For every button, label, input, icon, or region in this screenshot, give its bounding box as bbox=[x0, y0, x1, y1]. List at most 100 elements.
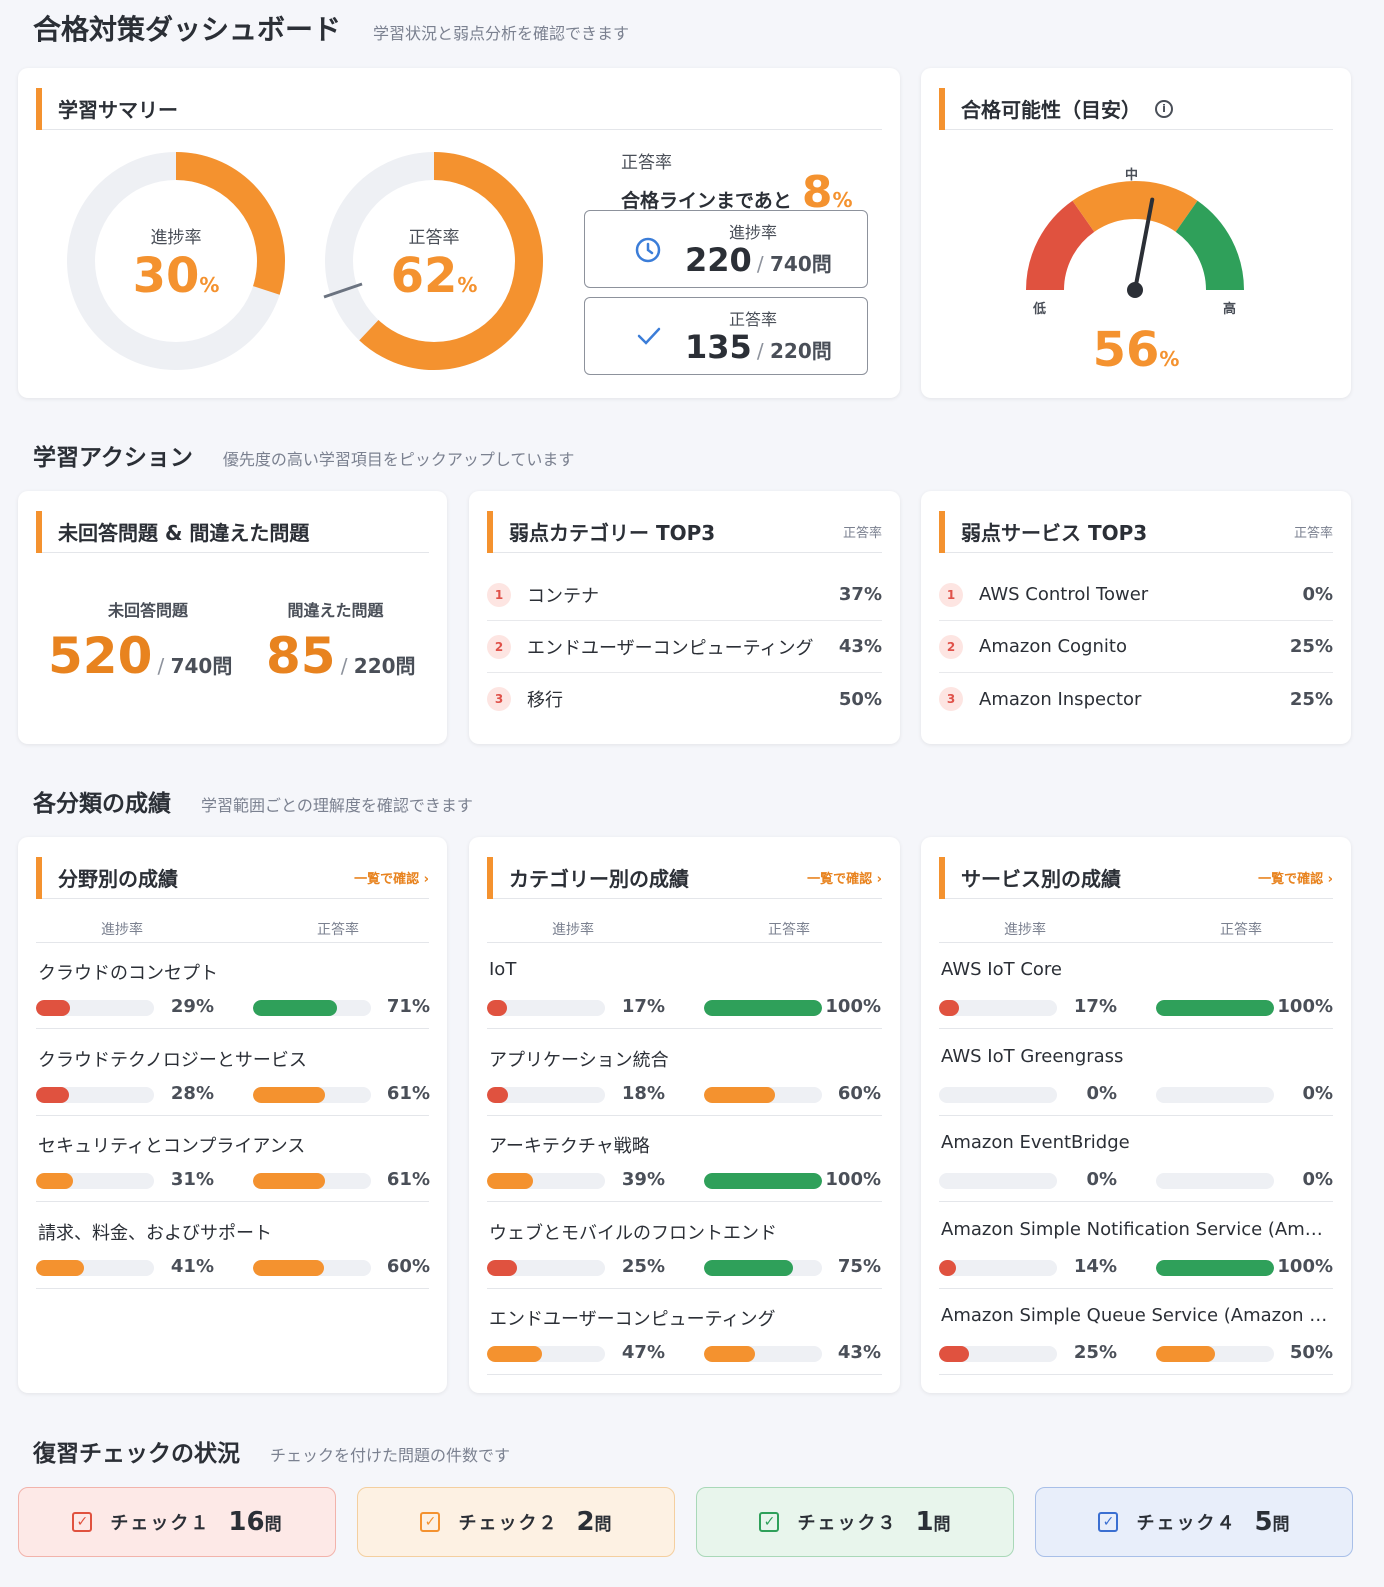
perf-row-name: クラウドテクノロジーとサービス bbox=[38, 1049, 307, 1071]
perf-row-name: クラウドのコンセプト bbox=[38, 963, 218, 984]
weak-category-item[interactable]: 2 エンドユーザーコンピューティング 43% bbox=[487, 621, 882, 673]
accuracy-value: 100% bbox=[1277, 1255, 1333, 1277]
progress-value: 0% bbox=[1086, 1082, 1117, 1104]
accuracy-bar bbox=[253, 1173, 371, 1189]
accuracy-bar bbox=[704, 1173, 822, 1189]
perf-row[interactable]: Amazon Simple Queue Service (Amazon SQS)… bbox=[939, 1289, 1333, 1375]
accuracy-bar bbox=[1156, 1259, 1274, 1276]
perf-row[interactable]: アーキテクチャ戦略 39% 100% bbox=[487, 1116, 882, 1202]
pass-remain: 正答率 合格ラインまであと 8 % bbox=[621, 153, 853, 218]
progress-bar bbox=[939, 1000, 1057, 1016]
accuracy-bar-fill bbox=[1156, 1000, 1274, 1016]
progress-value: 17% bbox=[1073, 996, 1117, 1017]
perf-row[interactable]: 請求、料金、およびサポート 41% 60% bbox=[36, 1203, 430, 1289]
perf-row[interactable]: セキュリティとコンプライアンス 31% 61% bbox=[36, 1116, 430, 1202]
accuracy-bar-fill bbox=[704, 1000, 822, 1016]
view-all-link[interactable]: 一覧で確認 › bbox=[1258, 868, 1333, 887]
progress-bar-fill bbox=[939, 1259, 956, 1276]
accuracy-bar bbox=[253, 1000, 371, 1016]
weak-service-item[interactable]: 2 Amazon Cognito 25% bbox=[939, 621, 1333, 673]
weak-category-item[interactable]: 3 移行 50% bbox=[487, 673, 882, 725]
weak-category-item[interactable]: 1 コンテナ 37% bbox=[487, 569, 882, 621]
accuracy-bar bbox=[253, 1086, 371, 1103]
perf-row[interactable]: エンドユーザーコンピューティング 47% 43% bbox=[487, 1289, 882, 1375]
accuracy-donut-label: 正答率 62% bbox=[390, 228, 478, 304]
gauge-mid-segment bbox=[1072, 181, 1198, 233]
gauge-pivot bbox=[1127, 282, 1143, 298]
view-all-link[interactable]: 一覧で確認 › bbox=[354, 868, 429, 887]
accuracy-value: 0% bbox=[1302, 1082, 1333, 1104]
accuracy-bar bbox=[1156, 1173, 1274, 1189]
progress-bar bbox=[487, 1259, 605, 1276]
accuracy-value: 100% bbox=[825, 1169, 881, 1190]
progress-bar bbox=[36, 1173, 154, 1189]
pass-possibility-card: 合格可能性（目安） i 中 低 高 56% bbox=[921, 68, 1351, 398]
review-check-card[interactable]: ✓ チェック３ 1 問 bbox=[696, 1487, 1014, 1557]
perf-row[interactable]: Amazon Simple Notification Service (Amaz… bbox=[939, 1203, 1333, 1289]
accuracy-bar-fill bbox=[704, 1086, 775, 1103]
accuracy-value: 75% bbox=[837, 1255, 881, 1277]
progress-bar-fill bbox=[487, 1173, 534, 1189]
progress-bar bbox=[939, 1346, 1057, 1362]
weak-service-title: 弱点サービス TOP3 bbox=[961, 521, 1148, 545]
progress-value: 18% bbox=[621, 1082, 665, 1104]
gauge-low-segment bbox=[1026, 200, 1095, 291]
progress-bar-fill bbox=[487, 1086, 509, 1103]
gauge-low-label: 低 bbox=[1033, 302, 1047, 317]
perf-row-name: AWS IoT Greengrass bbox=[941, 1045, 1124, 1067]
pass-value: 56% bbox=[1092, 322, 1180, 378]
checkbox-icon: ✓ bbox=[72, 1512, 93, 1532]
perf-row[interactable]: ウェブとモバイルのフロントエンド 25% 75% bbox=[487, 1203, 882, 1289]
perf-row-name: IoT bbox=[489, 959, 517, 980]
accuracy-value: 0% bbox=[1302, 1169, 1333, 1190]
accuracy-bar bbox=[1156, 1086, 1274, 1103]
progress-bar-fill bbox=[487, 1259, 517, 1276]
checkbox-icon: ✓ bbox=[420, 1512, 441, 1532]
perf-row[interactable]: Amazon EventBridge 0% 0% bbox=[939, 1116, 1333, 1202]
review-header: 復習チェックの状況 チェックを付けた問題の件数です bbox=[33, 1434, 510, 1468]
progress-value: 31% bbox=[170, 1169, 214, 1190]
perf-row-name: Amazon Simple Queue Service (Amazon SQS) bbox=[941, 1305, 1333, 1326]
perf-row-name: セキュリティとコンプライアンス bbox=[38, 1136, 306, 1157]
accuracy-bar-fill bbox=[1156, 1259, 1274, 1276]
accuracy-value: 60% bbox=[386, 1255, 430, 1277]
gauge-mid-label: 中 bbox=[1125, 168, 1139, 183]
weak-service-item[interactable]: 1 AWS Control Tower 0% bbox=[939, 569, 1333, 621]
weak-category-card: 弱点カテゴリー TOP3 正答率 1 コンテナ 37% 2 エンドユーザーコンピ… bbox=[469, 491, 900, 744]
perf-row[interactable]: アプリケーション統合 18% 60% bbox=[487, 1030, 882, 1116]
accuracy-value: 50% bbox=[1289, 1342, 1333, 1363]
wrong-count: 85 / 220問 bbox=[266, 627, 416, 685]
progress-value: 41% bbox=[170, 1255, 214, 1277]
accuracy-value: 100% bbox=[1277, 996, 1333, 1017]
progress-bar bbox=[36, 1259, 154, 1276]
perf-row[interactable]: IoT 17% 100% bbox=[487, 943, 882, 1029]
accuracy-value: 43% bbox=[837, 1342, 881, 1363]
accuracy-bar bbox=[704, 1000, 822, 1016]
progress-bar-fill bbox=[36, 1086, 70, 1103]
progress-bar-fill bbox=[36, 1000, 71, 1016]
progress-bar bbox=[487, 1346, 605, 1362]
review-check-card[interactable]: ✓ チェック４ 5 問 bbox=[1035, 1487, 1353, 1557]
accuracy-bar bbox=[704, 1259, 822, 1276]
weak-service-item[interactable]: 3 Amazon Inspector 25% bbox=[939, 673, 1333, 725]
summary-card: 学習サマリー 進捗率 30% 正答率 62% 正答率 合格ラインまであと 8 %… bbox=[18, 68, 900, 398]
review-check-card[interactable]: ✓ チェック１ 16 問 bbox=[18, 1487, 336, 1557]
progress-bar bbox=[36, 1000, 154, 1016]
accuracy-count-box: 正答率 135 / 220問 bbox=[584, 297, 868, 375]
perf-row[interactable]: クラウドテクノロジーとサービス 28% 61% bbox=[36, 1030, 430, 1116]
perf-row[interactable]: AWS IoT Core 17% 100% bbox=[939, 943, 1333, 1029]
progress-bar-fill bbox=[939, 1000, 960, 1016]
unanswered-card[interactable]: 未回答問題 & 間違えた問題 未回答問題 520 / 740問 間違えた問題 8… bbox=[18, 491, 447, 744]
review-subtitle: チェックを付けた問題の件数です bbox=[270, 1446, 511, 1465]
accuracy-bar-fill bbox=[253, 1173, 325, 1189]
page-header: 合格対策ダッシュボード 学習状況と弱点分析を確認できます bbox=[33, 8, 629, 48]
clock-icon bbox=[635, 237, 661, 263]
perf-row[interactable]: クラウドのコンセプト 29% 71% bbox=[36, 943, 430, 1029]
review-title: 復習チェックの状況 bbox=[33, 1441, 240, 1467]
view-all-link[interactable]: 一覧で確認 › bbox=[807, 868, 882, 887]
perf-row-name: AWS IoT Core bbox=[941, 959, 1062, 980]
checkbox-icon: ✓ bbox=[1098, 1512, 1119, 1532]
review-check-card[interactable]: ✓ チェック２ 2 問 bbox=[357, 1487, 675, 1557]
accuracy-bar-fill bbox=[704, 1346, 755, 1362]
perf-row[interactable]: AWS IoT Greengrass 0% 0% bbox=[939, 1030, 1333, 1116]
